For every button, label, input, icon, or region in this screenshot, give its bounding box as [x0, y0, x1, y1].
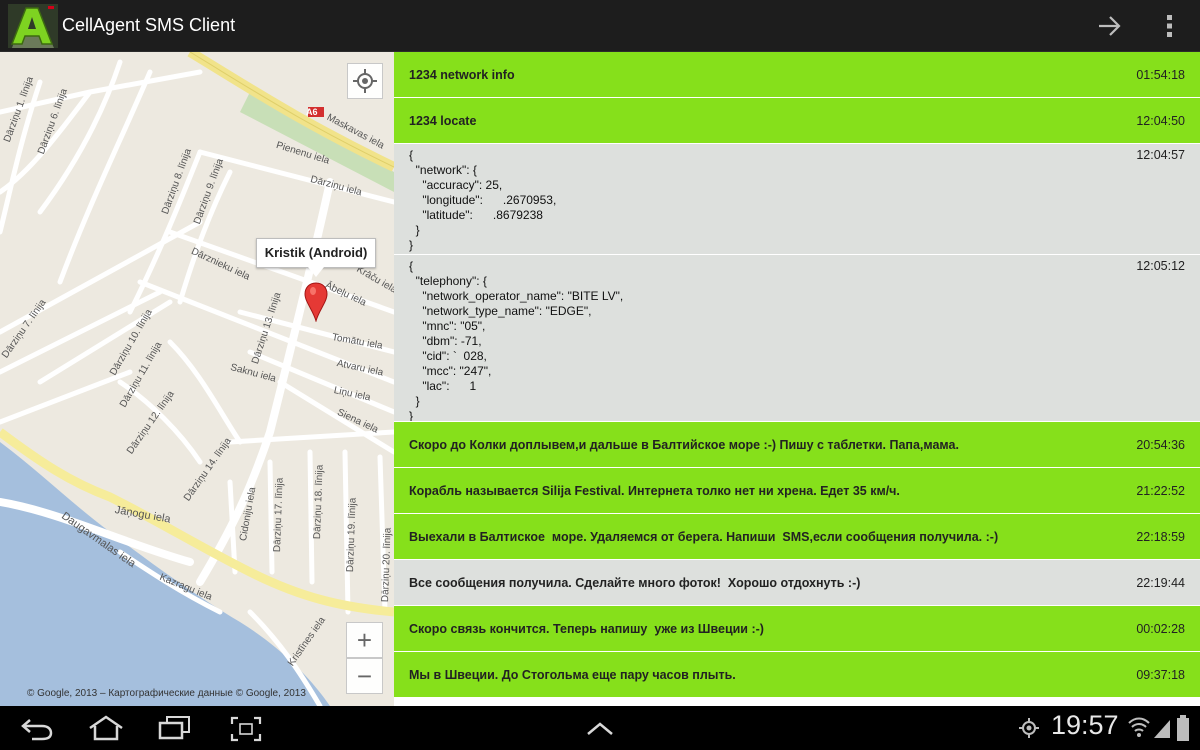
info-window-tail	[308, 267, 324, 277]
message-row[interactable]: Скоро до Колки доплывем,и дальше в Балти…	[394, 422, 1200, 467]
app-logo-icon[interactable]	[8, 4, 58, 48]
message-time: 12:04:50	[1136, 114, 1185, 128]
my-location-button[interactable]	[347, 63, 383, 99]
message-text: Мы в Швеции. До Стогольма еще пару часов…	[409, 668, 736, 682]
message-text: { "network": { "accuracy": 25, "longitud…	[409, 148, 557, 252]
map-canvas[interactable]	[0, 52, 394, 706]
zoom-out-button[interactable]: −	[346, 658, 383, 694]
map-marker-icon[interactable]	[303, 282, 329, 322]
message-row[interactable]: Мы в Швеции. До Стогольма еще пару часов…	[394, 652, 1200, 697]
screenshot-icon[interactable]	[229, 715, 263, 743]
message-time: 00:02:28	[1136, 622, 1185, 636]
message-row[interactable]: { "network": { "accuracy": 25, "longitud…	[394, 144, 1200, 254]
battery-icon	[1177, 715, 1189, 741]
message-text: Выехали в Балтиское море. Удаляемся от б…	[409, 530, 999, 544]
message-row[interactable]: Выехали в Балтиское море. Удаляемся от б…	[394, 514, 1200, 559]
message-row[interactable]: 1234 locate 12:04:50	[394, 98, 1200, 143]
up-chevron-icon[interactable]	[585, 720, 615, 738]
action-bar: CellAgent SMS Client	[0, 0, 1200, 52]
message-text: Скоро связь кончится. Теперь напишу уже …	[409, 622, 764, 636]
message-time: 22:18:59	[1136, 530, 1185, 544]
arrow-right-icon[interactable]	[1093, 11, 1125, 41]
message-row[interactable]: { "telephony": { "network_operator_name"…	[394, 255, 1200, 423]
message-text: Все сообщения получила. Сделайте много ф…	[409, 576, 861, 590]
message-time: 21:22:52	[1136, 484, 1185, 498]
app-title: CellAgent SMS Client	[62, 15, 236, 35]
message-text: { "telephony": { "network_operator_name"…	[409, 259, 624, 423]
recent-apps-icon[interactable]	[157, 715, 193, 741]
gps-icon	[1019, 718, 1039, 738]
message-list[interactable]: 1234 network info 01:54:18 1234 locate 1…	[394, 52, 1200, 706]
message-time: 12:05:12	[1136, 259, 1185, 273]
message-text: 1234 locate	[409, 114, 477, 128]
clock: 19:57	[1051, 710, 1119, 740]
crosshair-icon	[353, 69, 377, 93]
signal-icon	[1154, 720, 1170, 738]
message-time: 20:54:36	[1136, 438, 1185, 452]
marker-info-window[interactable]: Kristik (Android)	[256, 238, 376, 268]
street-label: A6	[306, 107, 318, 117]
back-icon[interactable]	[20, 716, 54, 742]
message-row[interactable]: Все сообщения получила. Сделайте много ф…	[394, 560, 1200, 605]
home-icon[interactable]	[86, 714, 126, 742]
message-time: 09:37:18	[1136, 668, 1185, 682]
map-view[interactable]: A6 Maskavas iela Pienenu iela Dārziņu ie…	[0, 52, 394, 706]
zoom-in-button[interactable]: +	[346, 622, 383, 658]
message-row[interactable]: 1234 network info 01:54:18	[394, 52, 1200, 97]
message-text: Скоро до Колки доплывем,и дальше в Балти…	[409, 438, 959, 452]
message-text: Корабль называется Silija Festival. Инте…	[409, 484, 900, 498]
message-row[interactable]: Корабль называется Silija Festival. Инте…	[394, 468, 1200, 513]
message-text: 1234 network info	[409, 68, 515, 82]
map-copyright: © Google, 2013 – Картографические данные…	[27, 688, 306, 699]
message-time: 01:54:18	[1136, 68, 1185, 82]
message-time: 12:04:57	[1136, 148, 1185, 162]
overflow-menu-icon[interactable]	[1157, 11, 1181, 41]
wifi-icon	[1128, 717, 1150, 737]
message-row[interactable]: Скоро связь кончится. Теперь напишу уже …	[394, 606, 1200, 651]
system-bar: 19:57	[0, 706, 1200, 750]
message-time: 22:19:44	[1136, 576, 1185, 590]
